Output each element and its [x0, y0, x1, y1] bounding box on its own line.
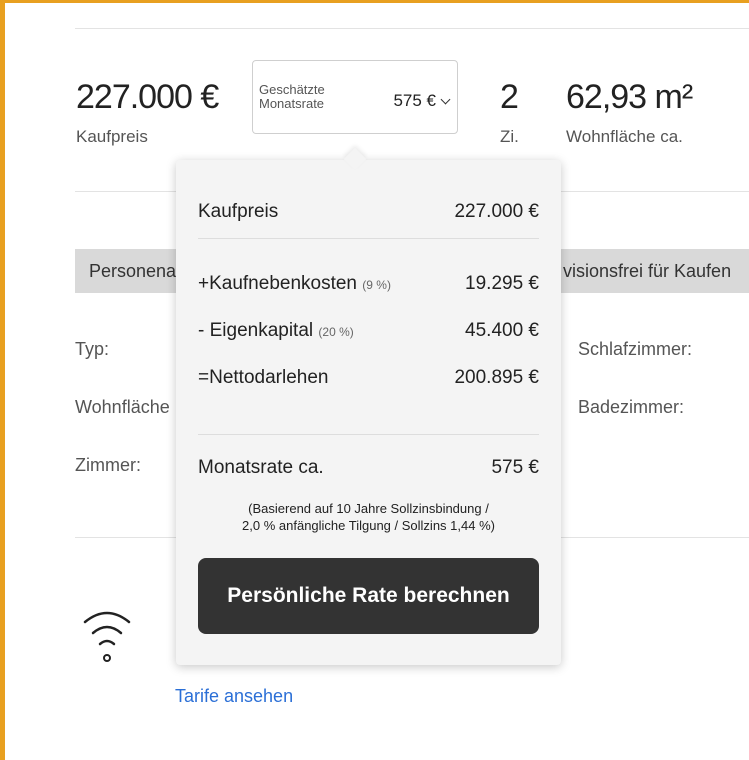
detail-label-type: Typ:	[75, 339, 110, 359]
nebenkosten-label: +Kaufnebenkosten	[198, 273, 357, 294]
detail-label-bedrooms: Schlafzimmer:	[578, 339, 693, 359]
eigenkapital-label: - Eigenkapital	[198, 320, 314, 341]
popup-row-kaufpreis: Kaufpreis 227.000 €	[198, 202, 539, 221]
area-block: 62,93 m² Wohnfläche ca.	[566, 78, 693, 146]
area-label: Wohnfläche ca.	[566, 127, 683, 146]
eigenkapital-percent: (20 %)	[318, 325, 354, 339]
price-value: 227.000 €	[76, 78, 219, 116]
wifi-icon	[83, 611, 131, 662]
detail-label-area: Wohnfläche	[75, 397, 170, 417]
rooms-block: 2 Zi.	[500, 80, 519, 145]
kaufpreis-label: Kaufpreis	[198, 201, 279, 222]
eigenkapital-value: 45.400 €	[465, 320, 539, 341]
price-block: 227.000 € Kaufpreis	[76, 78, 219, 146]
chevron-down-icon	[440, 94, 451, 105]
popup-divider-1	[198, 238, 539, 239]
popup-note: (Basierend auf 10 Jahre Sollzinsbindung …	[198, 500, 539, 534]
rooms-value: 2	[500, 78, 519, 116]
price-label: Kaufpreis	[76, 127, 148, 146]
popup-row-monatsrate: Monatsrate ca. 575 €	[198, 458, 539, 477]
detail-label-bathrooms: Badezimmer:	[578, 397, 685, 417]
financing-popup: Kaufpreis 227.000 € +Kaufnebenkosten (9 …	[176, 147, 561, 665]
calculate-rate-button[interactable]: Persönliche Rate berechnen	[198, 558, 539, 634]
monthly-rate-value-wrap: 575 €	[393, 91, 451, 111]
monthly-rate-value: 575 €	[393, 91, 436, 110]
note-line-2: 2,0 % anfängliche Tilgung / Sollzins 1,4…	[242, 518, 495, 533]
band-right: visionsfrei für Kaufen	[555, 249, 749, 293]
rooms-label: Zi.	[500, 127, 519, 146]
monthly-rate-dropdown[interactable]: Geschätzte Monatsrate 575 €	[252, 60, 458, 134]
tariffs-link[interactable]: Tarife ansehen	[175, 686, 293, 707]
monthly-rate-label: Geschätzte Monatsrate	[259, 82, 325, 111]
nebenkosten-percent: (9 %)	[362, 278, 391, 292]
detail-label-rooms: Zimmer:	[75, 455, 141, 475]
nebenkosten-value: 19.295 €	[465, 273, 539, 294]
monatsrate-label: Monatsrate ca.	[198, 457, 324, 478]
monatsrate-value: 575 €	[491, 457, 539, 478]
area-value: 62,93 m²	[566, 78, 693, 116]
popup-divider-2	[198, 434, 539, 435]
note-line-1: (Basierend auf 10 Jahre Sollzinsbindung …	[248, 501, 489, 516]
darlehen-label: =Nettodarlehen	[198, 367, 329, 388]
popup-row-darlehen: =Nettodarlehen 200.895 €	[198, 368, 539, 387]
kaufpreis-value: 227.000 €	[454, 201, 539, 222]
divider-top	[75, 28, 749, 29]
popup-row-nebenkosten: +Kaufnebenkosten (9 %) 19.295 €	[198, 274, 539, 293]
darlehen-value: 200.895 €	[454, 367, 539, 388]
popup-row-eigenkapital: - Eigenkapital (20 %) 45.400 €	[198, 321, 539, 340]
